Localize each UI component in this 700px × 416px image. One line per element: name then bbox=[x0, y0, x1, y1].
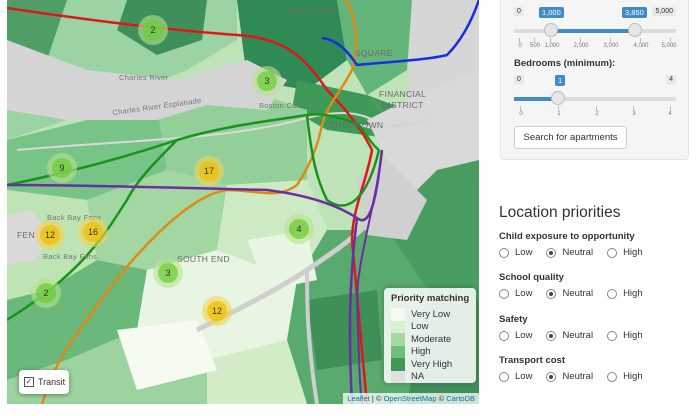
radio-neutral[interactable]: Neutral bbox=[546, 371, 593, 382]
priority-label: Safety bbox=[499, 314, 528, 325]
label-square: SQUARE bbox=[355, 48, 393, 58]
map-view[interactable]: WEST END Charles River Charles River Esp… bbox=[7, 0, 479, 404]
radio-button[interactable] bbox=[546, 330, 557, 341]
bedrooms-min-edge: 0 bbox=[514, 75, 524, 84]
price-high-handle[interactable] bbox=[628, 23, 642, 37]
transit-toggle[interactable]: ✓ Transit bbox=[19, 370, 69, 394]
price-ticks bbox=[514, 38, 676, 42]
radio-high[interactable]: High bbox=[607, 247, 643, 258]
priority-transport-cost: Transport cost Low Neutral High bbox=[499, 355, 657, 382]
price-range-fill bbox=[551, 29, 635, 33]
legend-item: Low bbox=[391, 320, 476, 333]
cluster-marker[interactable]: 2 bbox=[138, 15, 168, 45]
radio-button[interactable] bbox=[607, 247, 618, 258]
radio-button[interactable] bbox=[499, 247, 509, 258]
priority-child-exposure: Child exposure to opportunity Low Neutra… bbox=[499, 231, 657, 258]
legend-item: Moderate bbox=[391, 333, 476, 346]
cluster-marker[interactable]: 9 bbox=[47, 153, 77, 183]
radio-button[interactable] bbox=[499, 330, 509, 341]
label-charles-river: Charles River bbox=[119, 73, 169, 82]
price-high-value: 3,850 bbox=[622, 7, 647, 18]
label-district: DISTRICT bbox=[382, 100, 424, 110]
price-min-edge: 0 bbox=[514, 7, 524, 16]
radio-high[interactable]: High bbox=[607, 288, 643, 299]
radio-button[interactable] bbox=[607, 330, 618, 341]
bedrooms-ticks bbox=[514, 106, 676, 110]
leaflet-link[interactable]: Leaflet bbox=[347, 394, 370, 403]
bedrooms-handle[interactable] bbox=[551, 91, 565, 105]
label-west-end: WEST END bbox=[287, 6, 335, 16]
radio-button[interactable] bbox=[546, 247, 557, 258]
cluster-marker[interactable]: 12 bbox=[202, 296, 232, 326]
radio-high[interactable]: High bbox=[607, 371, 643, 382]
radio-high[interactable]: High bbox=[607, 330, 643, 341]
legend-item: Very Low bbox=[391, 308, 476, 321]
radio-button[interactable] bbox=[607, 288, 618, 299]
legend-item: NA bbox=[391, 370, 476, 383]
radio-button[interactable] bbox=[607, 371, 618, 382]
legend-item: High bbox=[391, 345, 476, 358]
cluster-marker[interactable]: 4 bbox=[284, 214, 314, 244]
map-attribution: Leaflet | © OpenStreetMap © CartoDB bbox=[343, 393, 479, 404]
price-slider[interactable]: 0 5,000 1,000 3,850 0 500 1,000 2,000 3,… bbox=[514, 7, 677, 52]
radio-neutral[interactable]: Neutral bbox=[546, 288, 593, 299]
search-apartments-button[interactable]: Search for apartments bbox=[514, 126, 627, 149]
bedrooms-slider[interactable]: 0 4 1 0 1 2 3 4 bbox=[514, 75, 676, 120]
transit-label: Transit bbox=[38, 377, 66, 387]
cartodb-link[interactable]: CartoDB bbox=[446, 394, 475, 403]
priority-safety: Safety Low Neutral High bbox=[499, 314, 657, 341]
map-legend: Priority matching Very Low Low Moderate … bbox=[384, 288, 476, 383]
cluster-marker[interactable]: 3 bbox=[153, 258, 183, 288]
cluster-marker[interactable]: 2 bbox=[31, 278, 61, 308]
price-low-value: 1,000 bbox=[539, 7, 564, 18]
cluster-marker[interactable]: 3 bbox=[252, 66, 282, 96]
radio-button[interactable] bbox=[546, 288, 557, 299]
priority-label: School quality bbox=[499, 272, 564, 283]
radio-low[interactable]: Low bbox=[499, 371, 532, 382]
bedrooms-value: 1 bbox=[555, 75, 566, 86]
radio-low[interactable]: Low bbox=[499, 288, 532, 299]
radio-button[interactable] bbox=[499, 288, 509, 299]
radio-neutral[interactable]: Neutral bbox=[546, 247, 593, 258]
label-boston-common: Boston Com... bbox=[259, 101, 311, 110]
cluster-marker[interactable]: 12 bbox=[35, 220, 65, 250]
transit-checkbox[interactable]: ✓ bbox=[24, 377, 34, 387]
radio-neutral[interactable]: Neutral bbox=[546, 330, 593, 341]
label-chinatown: CHINATOWN bbox=[329, 120, 384, 130]
label-fen: FEN bbox=[17, 230, 35, 240]
price-max-edge: 5,000 bbox=[652, 7, 676, 16]
osm-link[interactable]: OpenStreetMap bbox=[384, 394, 437, 403]
location-priorities-title: Location priorities bbox=[499, 204, 621, 221]
cluster-marker[interactable]: 16 bbox=[78, 217, 108, 247]
label-back-bay-fens-2: Back Bay Fens bbox=[43, 252, 98, 261]
priority-label: Child exposure to opportunity bbox=[499, 231, 635, 242]
radio-button[interactable] bbox=[546, 371, 557, 382]
cluster-marker[interactable]: 17 bbox=[194, 156, 224, 186]
label-south-end: SOUTH END bbox=[177, 254, 230, 264]
radio-low[interactable]: Low bbox=[499, 330, 532, 341]
radio-low[interactable]: Low bbox=[499, 247, 532, 258]
legend-item: Very High bbox=[391, 358, 476, 371]
bedrooms-max-edge: 4 bbox=[666, 75, 676, 84]
legend-title: Priority matching bbox=[391, 293, 470, 304]
priority-school-quality: School quality Low Neutral High bbox=[499, 272, 657, 299]
radio-button[interactable] bbox=[499, 371, 509, 382]
label-financial: FINANCIAL bbox=[379, 89, 427, 99]
bedrooms-label: Bedrooms (minimum): bbox=[514, 58, 616, 69]
priority-label: Transport cost bbox=[499, 355, 565, 366]
filter-panel: 0 5,000 1,000 3,850 0 500 1,000 2,000 3,… bbox=[500, 0, 689, 160]
price-low-handle[interactable] bbox=[544, 23, 558, 37]
